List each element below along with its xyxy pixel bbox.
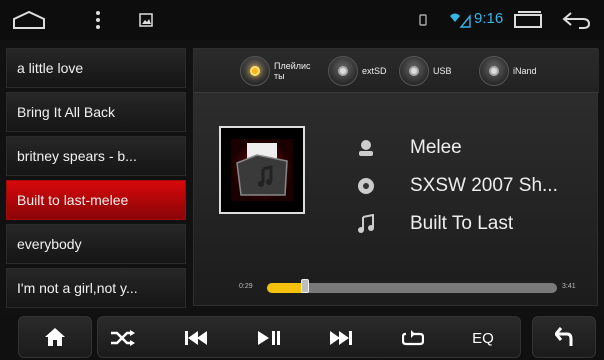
- album-row: SXSW 2007 Sh...: [354, 171, 558, 201]
- repeat-button[interactable]: [388, 317, 438, 359]
- playlist-item-label: I'm not a girl,not y...: [17, 280, 138, 296]
- play-pause-button[interactable]: [244, 317, 294, 359]
- source-label: extSD: [362, 66, 387, 76]
- gallery-icon: [136, 8, 156, 32]
- playlist-item-label: a little love: [17, 60, 84, 76]
- eq-label: EQ: [472, 329, 494, 347]
- source-selector: Плейлис ты extSD USB iNand: [194, 49, 599, 93]
- folder-music-icon: [231, 139, 293, 201]
- playlist-item-label: Bring It All Back: [17, 104, 116, 120]
- home-button[interactable]: [18, 316, 92, 358]
- next-icon: [330, 331, 352, 345]
- person-icon: [354, 136, 378, 160]
- recent-apps-icon[interactable]: [510, 8, 546, 32]
- shuffle-button[interactable]: [98, 317, 148, 359]
- previous-icon: [185, 331, 207, 345]
- seek-fill: [267, 283, 305, 293]
- source-playlist[interactable]: Плейлис ты: [240, 56, 311, 86]
- album-name: SXSW 2007 Sh...: [410, 175, 558, 196]
- radio-button[interactable]: [479, 56, 509, 86]
- playlist-item[interactable]: Bring It All Back: [6, 92, 186, 132]
- home-outline-icon[interactable]: [12, 8, 46, 32]
- source-label: USB: [433, 66, 452, 76]
- back-icon[interactable]: [556, 8, 596, 32]
- next-button[interactable]: [316, 317, 366, 359]
- status-time: 9:16: [474, 10, 504, 27]
- radio-button[interactable]: [240, 56, 270, 86]
- playlist-item[interactable]: everybody: [6, 224, 186, 264]
- playlist-item-label: everybody: [17, 236, 82, 252]
- home-icon: [45, 328, 65, 346]
- artist-row: Melee: [354, 133, 462, 163]
- radio-dot: [250, 66, 260, 76]
- radio-dot: [409, 66, 419, 76]
- control-bar: EQ: [0, 314, 604, 360]
- back-icon: [555, 327, 573, 346]
- album-art: [219, 126, 305, 214]
- playlist-item-active[interactable]: Built to last-melee: [6, 180, 186, 220]
- back-button[interactable]: [532, 316, 596, 358]
- title-row: Built To Last: [354, 209, 513, 239]
- seek-track[interactable]: [267, 283, 557, 293]
- source-extsd[interactable]: extSD: [328, 56, 387, 86]
- current-time: 0:29: [239, 283, 253, 290]
- disc-icon: [354, 174, 378, 198]
- radio-dot: [489, 66, 499, 76]
- menu-icon[interactable]: [88, 8, 108, 32]
- play-pause-icon: [258, 331, 280, 345]
- repeat-icon: [402, 330, 424, 346]
- playlist-item[interactable]: britney spears - b...: [6, 136, 186, 176]
- source-inand[interactable]: iNand: [479, 56, 537, 86]
- playback-controls: EQ: [97, 316, 521, 358]
- radio-button[interactable]: [328, 56, 358, 86]
- now-playing-panel: Плейлис ты extSD USB iNand Melee SXSW 20…: [193, 48, 599, 306]
- track-title: Built To Last: [410, 213, 514, 234]
- radio-button[interactable]: [399, 56, 429, 86]
- playlist-item-label: britney spears - b...: [17, 148, 137, 164]
- status-bar: 9:16: [0, 0, 604, 40]
- progress-bar: 0:29 3:41: [239, 279, 579, 295]
- source-label: iNand: [513, 66, 537, 76]
- music-note-icon: [354, 212, 378, 236]
- previous-button[interactable]: [171, 317, 221, 359]
- notification-icon: [411, 8, 435, 32]
- source-usb[interactable]: USB: [399, 56, 452, 86]
- eq-button[interactable]: EQ: [458, 317, 508, 359]
- playlist-item[interactable]: I'm not a girl,not y...: [6, 268, 186, 308]
- playlist: a little love Bring It All Back britney …: [6, 48, 186, 308]
- total-time: 3:41: [562, 283, 576, 290]
- source-label: Плейлис: [274, 61, 311, 71]
- source-label-line2: ты: [274, 71, 285, 81]
- signal-icon: [448, 8, 472, 32]
- playlist-item[interactable]: a little love: [6, 48, 186, 88]
- radio-dot: [338, 66, 348, 76]
- seek-handle[interactable]: [300, 279, 309, 293]
- playlist-item-label: Built to last-melee: [17, 192, 129, 208]
- shuffle-icon: [111, 330, 135, 346]
- artist-name: Melee: [410, 137, 462, 158]
